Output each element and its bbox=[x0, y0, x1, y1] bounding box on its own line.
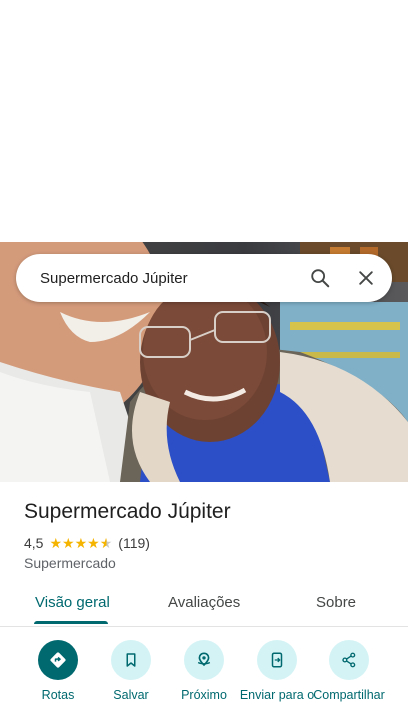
close-icon[interactable] bbox=[346, 258, 386, 298]
star-icon: ★ bbox=[49, 535, 63, 551]
nearby-label: Próximo bbox=[181, 688, 227, 702]
bookmark-icon bbox=[111, 640, 151, 680]
share-label: Compartilhar bbox=[313, 688, 385, 702]
tab-bar: Visão geral Avaliações Sobre bbox=[0, 580, 408, 627]
search-icon[interactable] bbox=[300, 258, 340, 298]
directions-icon bbox=[38, 640, 78, 680]
rating-row[interactable]: 4,5 ★ ★ ★ ★ ★ (119) bbox=[24, 535, 150, 551]
rating-stars: ★ ★ ★ ★ ★ bbox=[49, 536, 112, 550]
review-count[interactable]: (119) bbox=[118, 535, 150, 551]
search-input[interactable]: Supermercado Júpiter bbox=[40, 270, 300, 287]
rating-value: 4,5 bbox=[24, 535, 44, 551]
tab-reviews[interactable]: Avaliações bbox=[168, 594, 240, 611]
nearby-button[interactable]: Próximo bbox=[164, 640, 244, 703]
tab-overview[interactable]: Visão geral bbox=[35, 594, 110, 611]
map-blank-area bbox=[0, 0, 408, 242]
share-icon bbox=[329, 640, 369, 680]
place-name: Supermercado Júpiter bbox=[24, 500, 231, 523]
share-button[interactable]: Compartilhar bbox=[309, 640, 389, 703]
half-star-icon: ★ bbox=[99, 535, 113, 551]
search-bar[interactable]: Supermercado Júpiter bbox=[16, 254, 392, 302]
action-bar: Rotas Salvar Próximo Enviar para o Compa… bbox=[0, 640, 408, 724]
star-icon: ★ bbox=[62, 535, 75, 551]
active-tab-indicator bbox=[34, 621, 108, 624]
directions-button[interactable]: Rotas bbox=[18, 640, 98, 703]
place-category[interactable]: Supermercado bbox=[24, 555, 116, 571]
star-icon: ★ bbox=[87, 535, 100, 551]
nearby-icon bbox=[184, 640, 224, 680]
send-to-phone-button[interactable]: Enviar para o bbox=[237, 640, 317, 703]
save-label: Salvar bbox=[113, 688, 149, 702]
send-to-phone-label: Enviar para o bbox=[239, 688, 315, 702]
send-to-phone-icon bbox=[257, 640, 297, 680]
star-icon: ★ bbox=[74, 535, 88, 551]
directions-label: Rotas bbox=[41, 688, 75, 702]
save-button[interactable]: Salvar bbox=[91, 640, 171, 703]
tab-about[interactable]: Sobre bbox=[316, 594, 356, 611]
